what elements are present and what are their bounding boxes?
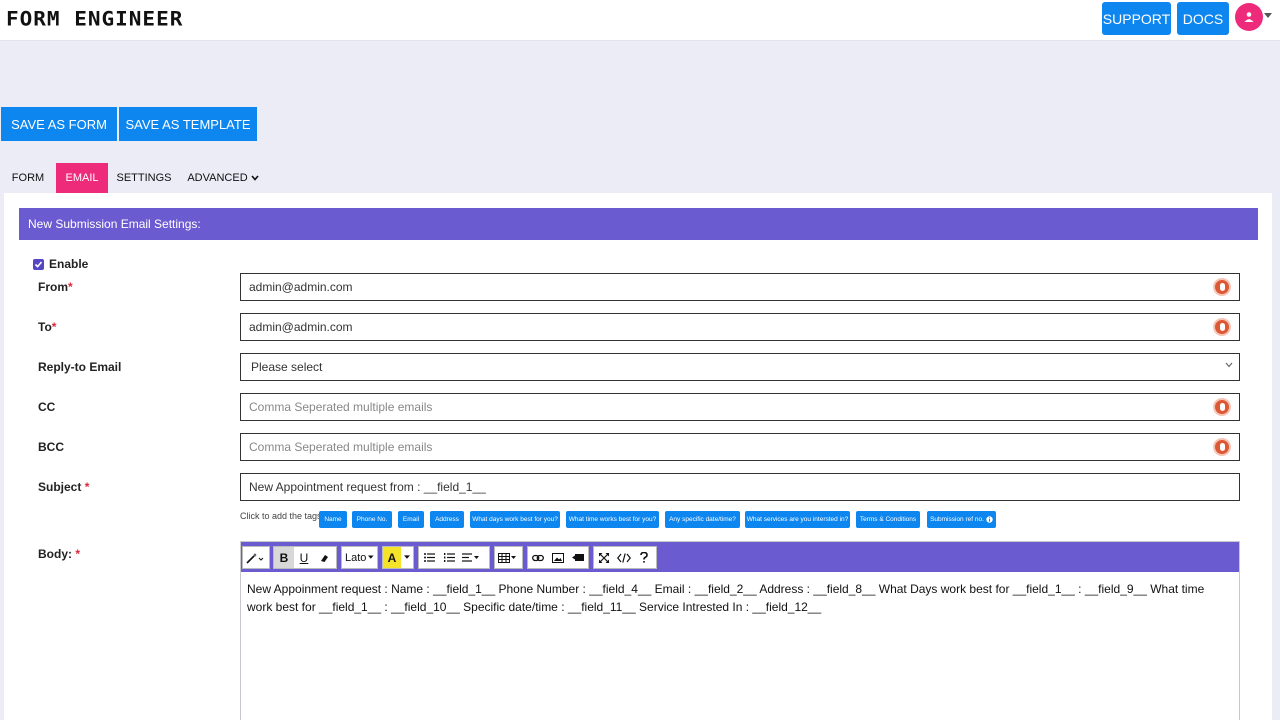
check-icon <box>34 261 43 268</box>
color-group: A <box>382 546 414 569</box>
bold-button[interactable]: B <box>274 547 294 568</box>
code-view-button[interactable] <box>614 547 634 568</box>
tags-hint: Click to add the tags: <box>240 511 325 521</box>
tag-terms[interactable]: Terms & Conditions <box>856 511 920 528</box>
code-icon <box>617 552 631 563</box>
tag-services[interactable]: What services are you intersted in? <box>745 511 850 528</box>
cc-label: CC <box>38 400 56 414</box>
save-as-form-button[interactable]: SAVE AS FORM <box>1 107 117 141</box>
table-group <box>494 546 523 569</box>
table-icon <box>498 552 516 563</box>
from-input[interactable] <box>249 280 1189 294</box>
ordered-list-button[interactable] <box>439 547 459 568</box>
tag-name[interactable]: Name <box>319 511 347 528</box>
align-dropdown-button[interactable] <box>459 547 482 568</box>
tab-settings[interactable]: SETTINGS <box>112 163 176 193</box>
video-icon <box>572 554 584 561</box>
table-button[interactable] <box>495 547 520 568</box>
enable-checkbox[interactable] <box>33 259 44 270</box>
tab-form[interactable]: FORM <box>4 163 52 193</box>
magic-wand-button[interactable] <box>243 547 267 568</box>
chevron-down-icon <box>1225 362 1233 368</box>
chevron-down-icon <box>368 555 374 559</box>
tab-advanced-label: ADVANCED <box>187 172 248 184</box>
duckduckgo-icon[interactable] <box>1213 278 1231 296</box>
tag-submission-ref[interactable]: Submission ref no. <box>927 511 996 528</box>
magic-group <box>242 546 270 569</box>
to-field[interactable] <box>240 313 1240 341</box>
subject-input[interactable] <box>249 480 1189 494</box>
clear-format-button[interactable] <box>314 547 334 568</box>
align-left-icon <box>462 553 479 562</box>
tab-advanced[interactable]: ADVANCED <box>186 163 260 193</box>
tag-address[interactable]: Address <box>430 511 464 528</box>
user-avatar[interactable] <box>1235 3 1263 31</box>
font-name-value: Lato <box>342 547 377 568</box>
font-style-group: B U <box>273 546 337 569</box>
help-button[interactable] <box>634 547 654 568</box>
text-color-button[interactable]: A <box>383 547 401 568</box>
numbered-list-icon <box>443 553 455 562</box>
cc-field[interactable] <box>240 393 1240 421</box>
tag-time[interactable]: What time works best for you? <box>566 511 659 528</box>
from-label: From* <box>38 280 73 294</box>
duckduckgo-icon[interactable] <box>1213 318 1231 336</box>
duckduckgo-icon[interactable] <box>1213 398 1231 416</box>
misc-group <box>593 546 657 569</box>
rich-text-editor[interactable]: B U Lato A New Appoinment request: Name… <box>240 541 1240 720</box>
app-logo: FORM ENGINEER <box>6 7 184 31</box>
support-button[interactable]: SUPPORT <box>1102 2 1171 35</box>
cc-input[interactable] <box>249 400 1189 414</box>
fullscreen-icon <box>599 552 609 563</box>
video-button[interactable] <box>568 547 588 568</box>
link-icon <box>532 554 544 561</box>
avatar-chevron-down-icon[interactable] <box>1264 13 1272 18</box>
eraser-icon <box>321 554 328 562</box>
chevron-down-icon <box>251 175 259 181</box>
tag-email[interactable]: Email <box>398 511 424 528</box>
info-icon <box>986 516 993 523</box>
unordered-list-button[interactable] <box>419 547 439 568</box>
body-label: Body: * <box>38 547 81 561</box>
font-name-dropdown[interactable]: Lato <box>341 546 378 569</box>
question-icon <box>640 552 648 563</box>
from-field[interactable] <box>240 273 1240 301</box>
image-icon <box>552 552 564 563</box>
underline-button[interactable]: U <box>294 547 314 568</box>
to-label: To* <box>38 320 57 334</box>
paragraph-group <box>418 546 490 569</box>
chevron-down-icon <box>404 555 410 559</box>
enable-label: Enable <box>49 257 89 271</box>
docs-button[interactable]: DOCS <box>1177 2 1229 35</box>
bcc-input[interactable] <box>249 440 1189 454</box>
magic-wand-icon <box>246 552 264 564</box>
save-as-template-button[interactable]: SAVE AS TEMPLATE <box>119 107 257 141</box>
fullscreen-button[interactable] <box>594 547 614 568</box>
link-button[interactable] <box>528 547 548 568</box>
subject-field[interactable] <box>240 473 1240 501</box>
reply-to-label: Reply-to Email <box>38 360 122 374</box>
tag-days[interactable]: What days work best for you? <box>470 511 560 528</box>
duckduckgo-icon[interactable] <box>1213 438 1231 456</box>
insert-group <box>527 546 589 569</box>
tag-phone[interactable]: Phone No. <box>352 511 392 528</box>
tab-email[interactable]: EMAIL <box>56 163 108 193</box>
image-button[interactable] <box>548 547 568 568</box>
reply-to-selected-value: Please select <box>251 360 323 374</box>
reply-to-select[interactable]: Please select <box>240 353 1240 381</box>
editor-content[interactable]: New Appoinment request : Name : __field_… <box>247 580 1227 616</box>
to-input[interactable] <box>249 320 1189 334</box>
editor-toolbar: B U Lato A <box>241 542 1239 572</box>
subject-label: Subject * <box>38 480 90 494</box>
bcc-label: BCC <box>38 440 64 454</box>
tag-submission-ref-label: Submission ref no. <box>930 516 984 523</box>
panel-title: New Submission Email Settings: <box>19 208 1258 240</box>
user-icon <box>1244 12 1254 22</box>
tag-date-time[interactable]: Any specific date/time? <box>665 511 740 528</box>
bcc-field[interactable] <box>240 433 1240 461</box>
color-dropdown-button[interactable] <box>401 547 413 568</box>
bullet-list-icon <box>423 553 435 562</box>
top-bar: FORM ENGINEER SUPPORT DOCS <box>0 0 1280 41</box>
